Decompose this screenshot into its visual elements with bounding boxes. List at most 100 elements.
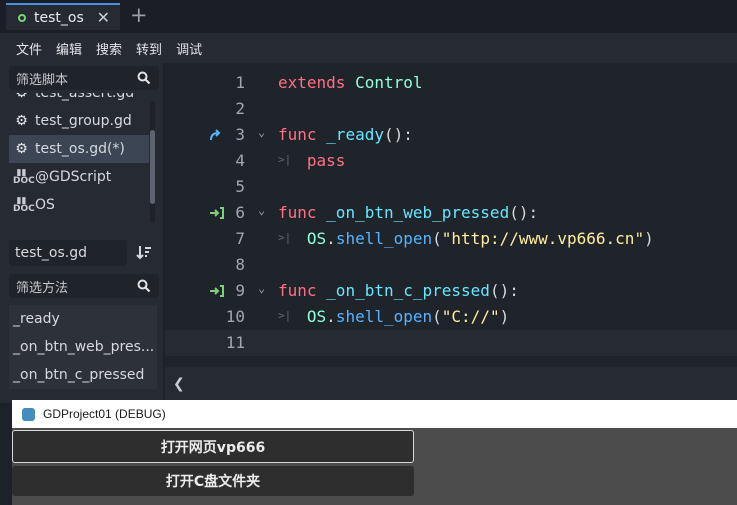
code-line: 9 ⌄ func _on_btn_c_pressed(): [165, 278, 737, 304]
script-item[interactable]: ⚙ test_assert.gd [9, 93, 149, 107]
function-name: _on_btn_c_pressed [326, 281, 490, 300]
signal-connection-icon[interactable] [209, 284, 225, 298]
debug-window-titlebar[interactable]: GDProject01 (DEBUG) [12, 400, 737, 428]
signal-connection-icon[interactable] [209, 206, 225, 220]
code-editor[interactable]: 1 extends Control 2 3 ⌄ func _ready(): 4… [165, 63, 737, 367]
gear-icon: ⚙ [15, 113, 28, 129]
override-arrow-icon[interactable] [209, 128, 223, 142]
line-number: 7 [235, 229, 245, 248]
script-label: @GDScript [35, 169, 112, 185]
code-punct: ) [499, 307, 510, 326]
chevron-left-icon[interactable]: ❮ [173, 376, 185, 392]
script-item[interactable]: ▮▮ DOC @GDScript [9, 163, 149, 191]
script-label: test_os.gd(*) [35, 141, 125, 157]
keyword: func [278, 281, 317, 300]
code-punct: (): [489, 281, 519, 300]
menu-edit[interactable]: 编辑 [56, 39, 82, 58]
menu-bar: 文件 编辑 搜索 转到 调试 [0, 33, 737, 63]
keyword: extends [278, 73, 346, 92]
code-line: 1 extends Control [165, 70, 737, 96]
script-list: ⚙ test_assert.gd ⚙ test_group.gd ⚙ test_… [9, 93, 149, 226]
code-line: 6 ⌄ func _on_btn_web_pressed(): [165, 200, 737, 226]
menu-search[interactable]: 搜索 [96, 39, 122, 58]
search-icon [137, 279, 151, 293]
code-line: 7 >| OS.shell_open("http://www.vp666.cn"… [165, 226, 737, 252]
gear-icon: ⚙ [15, 93, 28, 101]
code-punct: . [326, 229, 336, 248]
close-icon[interactable]: ✕ [97, 8, 110, 27]
code-line: 10 >| OS.shell_open("C://") [165, 304, 737, 330]
gear-icon: ⚙ [15, 141, 28, 157]
type-name: Control [355, 73, 423, 92]
line-number: 5 [235, 177, 245, 196]
code-line: 8 [165, 252, 737, 278]
line-number: 1 [235, 73, 245, 92]
code-line: 3 ⌄ func _ready(): [165, 122, 737, 148]
script-item[interactable]: ⚙ test_group.gd [9, 107, 149, 135]
method-list: _ready _on_btn_web_pres... _on_btn_c_pre… [9, 305, 157, 389]
keyword: func [278, 203, 317, 222]
line-number: 11 [225, 333, 245, 352]
class-name: OS [306, 229, 327, 248]
menu-file[interactable]: 文件 [16, 39, 42, 58]
code-punct: . [326, 307, 336, 326]
function-name: _on_btn_web_pressed [326, 203, 510, 222]
code-punct: (): [509, 203, 539, 222]
function-name: _ready [326, 125, 384, 144]
menu-goto[interactable]: 转到 [136, 39, 162, 58]
code-punct: ( [432, 229, 442, 248]
method-name: shell_open [335, 307, 433, 326]
line-number: 8 [235, 255, 245, 274]
script-filter-input[interactable]: 筛选脚本 [9, 66, 159, 90]
line-number: 2 [235, 99, 245, 118]
fold-arrow-icon[interactable]: ⌄ [258, 203, 265, 217]
string-literal: "http://www.vp666.cn" [441, 229, 645, 248]
code-punct: (): [383, 125, 413, 144]
code-line-current: 11 [165, 330, 737, 356]
script-label: test_assert.gd [35, 93, 135, 101]
script-item-selected[interactable]: ⚙ test_os.gd(*) [9, 135, 149, 163]
godot-icon [22, 407, 35, 421]
code-line: 5 [165, 174, 737, 200]
line-number: 10 [225, 307, 245, 326]
filter-placeholder: 筛选方法 [16, 280, 69, 296]
code-punct: ( [432, 307, 442, 326]
line-number: 3 [235, 125, 245, 144]
sort-icon[interactable] [136, 244, 152, 260]
open-web-button[interactable]: 打开网页vp666 [12, 430, 414, 463]
filter-placeholder: 筛选脚本 [16, 72, 69, 88]
method-filter-input[interactable]: 筛选方法 [9, 274, 159, 298]
search-icon [137, 71, 151, 85]
method-name: shell_open [335, 229, 433, 248]
string-literal: "C://" [441, 307, 500, 326]
editor-status-bar [165, 367, 737, 400]
doc-icon: ▮▮ DOC [13, 168, 35, 186]
line-number: 4 [235, 151, 245, 170]
method-item[interactable]: _on_btn_c_pressed [9, 361, 157, 389]
scrollbar-thumb[interactable] [150, 130, 155, 204]
tab-test-os[interactable]: test_os ✕ [6, 3, 120, 30]
script-item[interactable]: ▮▮ DOC OS [9, 191, 149, 219]
script-label: OS [35, 197, 55, 213]
doc-icon: ▮▮ DOC [13, 196, 35, 214]
class-name: OS [306, 307, 327, 326]
open-c-drive-button[interactable]: 打开C盘文件夹 [12, 466, 414, 496]
script-label: test_group.gd [35, 113, 132, 129]
add-tab-icon[interactable]: + [130, 5, 148, 26]
line-number: 9 [235, 281, 245, 300]
keyword: pass [306, 151, 346, 170]
code-line: 4 >| pass [165, 148, 737, 174]
debug-window-title: GDProject01 (DEBUG) [43, 407, 166, 421]
code-punct: ) [644, 229, 654, 248]
line-number: 6 [235, 203, 245, 222]
fold-arrow-icon[interactable]: ⌄ [258, 281, 265, 295]
method-item[interactable]: _ready [9, 305, 157, 333]
current-file-label: test_os.gd [9, 240, 127, 266]
menu-debug[interactable]: 调试 [176, 39, 202, 58]
fold-arrow-icon[interactable]: ⌄ [258, 125, 265, 139]
keyword: func [278, 125, 317, 144]
script-status-icon [18, 13, 26, 22]
script-panel: 筛选脚本 ⚙ test_assert.gd ⚙ test_group.gd ⚙ … [0, 63, 163, 403]
method-item[interactable]: _on_btn_web_pres... [9, 333, 157, 361]
code-line: 2 [165, 96, 737, 122]
